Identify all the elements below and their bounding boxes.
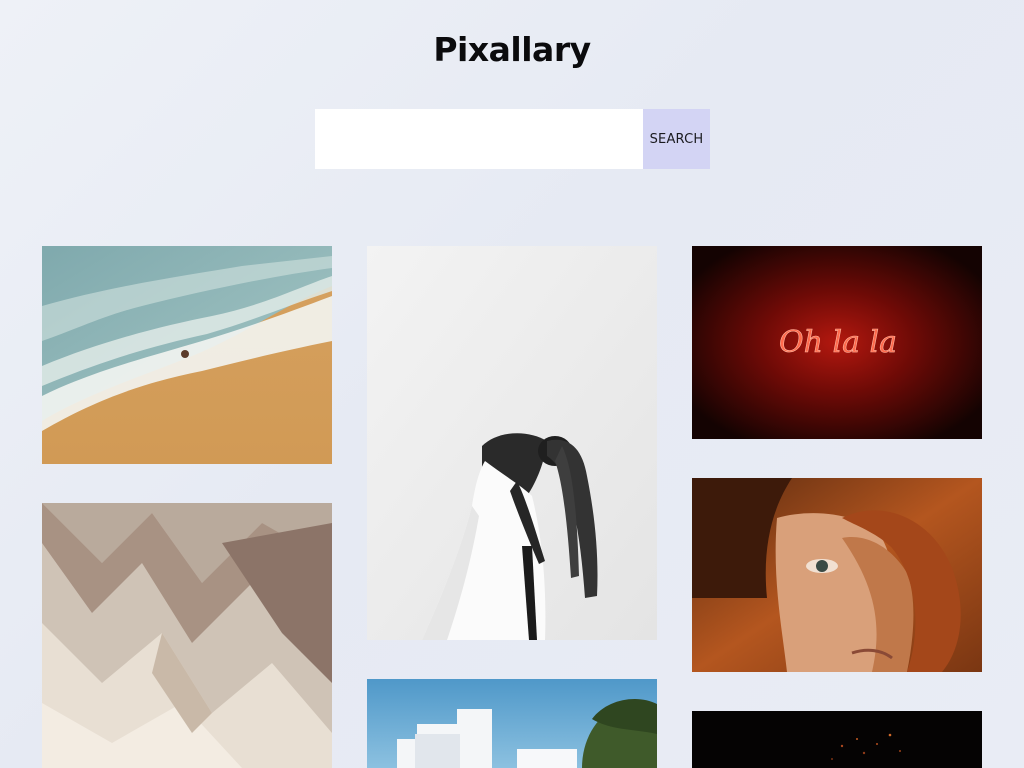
gallery-photo-badlands[interactable]: [42, 503, 332, 768]
building-image: [367, 679, 657, 768]
woman-image: [367, 246, 657, 640]
night-image: [692, 711, 982, 768]
gallery-photo-woman[interactable]: [367, 246, 657, 640]
gallery-photo-portrait[interactable]: [692, 478, 982, 672]
photo-gallery: Oh la la Oh la la: [0, 0, 1024, 768]
gallery-photo-neon-sign[interactable]: Oh la la Oh la la: [692, 246, 982, 439]
neon-sign-image: Oh la la Oh la la: [692, 246, 982, 439]
gallery-photo-beach[interactable]: [42, 246, 332, 464]
gallery-photo-night[interactable]: [692, 711, 982, 768]
neon-sign-glow: Oh la la: [779, 325, 897, 360]
gallery-photo-building[interactable]: [367, 679, 657, 768]
portrait-image: [692, 478, 982, 672]
beach-image: [42, 246, 332, 464]
badlands-image: [42, 503, 332, 768]
